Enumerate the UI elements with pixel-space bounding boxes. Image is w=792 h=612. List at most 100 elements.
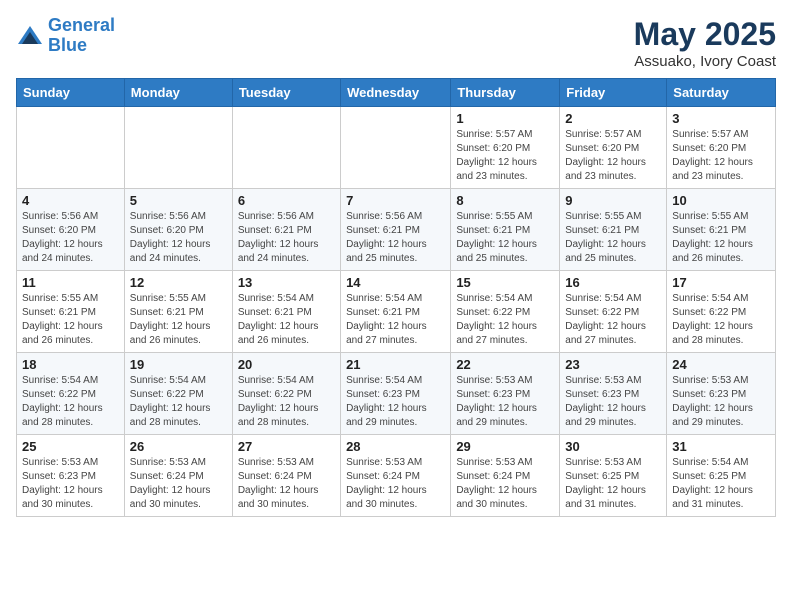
calendar-cell: 9 Sunrise: 5:55 AM Sunset: 6:21 PM Daylig… [560, 189, 667, 271]
day-number: 12 [130, 275, 227, 290]
day-number: 11 [22, 275, 119, 290]
day-number: 15 [456, 275, 554, 290]
day-number: 24 [672, 357, 770, 372]
calendar-cell: 19 Sunrise: 5:54 AM Sunset: 6:22 PM Dayli… [124, 353, 232, 435]
day-number: 4 [22, 193, 119, 208]
day-info: Sunrise: 5:55 AM Sunset: 6:21 PM Dayligh… [565, 210, 661, 266]
calendar-cell [341, 107, 451, 189]
day-number: 20 [238, 357, 335, 372]
day-number: 17 [672, 275, 770, 290]
day-info: Sunrise: 5:54 AM Sunset: 6:22 PM Dayligh… [565, 292, 661, 348]
calendar-cell: 31Sunrise: 5:54 AM Sunset: 6:25 PM Dayli… [667, 435, 776, 517]
day-info: Sunrise: 5:54 AM Sunset: 6:22 PM Dayligh… [22, 374, 119, 430]
day-info: Sunrise: 5:54 AM Sunset: 6:21 PM Dayligh… [238, 292, 335, 348]
day-info: Sunrise: 5:54 AM Sunset: 6:23 PM Dayligh… [346, 374, 445, 430]
day-number: 19 [130, 357, 227, 372]
day-number: 28 [346, 439, 445, 454]
day-info: Sunrise: 5:55 AM Sunset: 6:21 PM Dayligh… [22, 292, 119, 348]
calendar-cell [124, 107, 232, 189]
calendar-week: 25 Sunrise: 5:53 AM Sunset: 6:23 PM Dayli… [17, 435, 776, 517]
day-number: 31 [672, 439, 770, 454]
weekday-header: Monday [124, 79, 232, 107]
day-number: 8 [456, 193, 554, 208]
weekday-header: Sunday [17, 79, 125, 107]
calendar-cell: 8 Sunrise: 5:55 AM Sunset: 6:21 PM Daylig… [451, 189, 560, 271]
day-number: 30 [565, 439, 661, 454]
day-info: Sunrise: 5:53 AM Sunset: 6:24 PM Dayligh… [346, 456, 445, 512]
location: Assuako, Ivory Coast [634, 53, 776, 70]
calendar-cell: 11 Sunrise: 5:55 AM Sunset: 6:21 PM Dayli… [17, 271, 125, 353]
day-number: 21 [346, 357, 445, 372]
day-number: 2 [565, 111, 661, 126]
calendar-week: 1 Sunrise: 5:57 AM Sunset: 6:20 PM Daylig… [17, 107, 776, 189]
day-number: 7 [346, 193, 445, 208]
calendar-cell: 10 Sunrise: 5:55 AM Sunset: 6:21 PM Dayli… [667, 189, 776, 271]
calendar-cell: 14 Sunrise: 5:54 AM Sunset: 6:21 PM Dayli… [341, 271, 451, 353]
calendar-cell: 13 Sunrise: 5:54 AM Sunset: 6:21 PM Dayli… [232, 271, 340, 353]
day-info: Sunrise: 5:53 AM Sunset: 6:24 PM Dayligh… [238, 456, 335, 512]
calendar-cell: 25 Sunrise: 5:53 AM Sunset: 6:23 PM Dayli… [17, 435, 125, 517]
day-number: 27 [238, 439, 335, 454]
calendar-cell [232, 107, 340, 189]
logo-icon [16, 22, 44, 50]
day-info: Sunrise: 5:53 AM Sunset: 6:23 PM Dayligh… [672, 374, 770, 430]
day-number: 5 [130, 193, 227, 208]
day-info: Sunrise: 5:53 AM Sunset: 6:25 PM Dayligh… [565, 456, 661, 512]
weekday-header: Saturday [667, 79, 776, 107]
calendar-cell: 12Sunrise: 5:55 AM Sunset: 6:21 PM Dayli… [124, 271, 232, 353]
day-info: Sunrise: 5:56 AM Sunset: 6:20 PM Dayligh… [130, 210, 227, 266]
weekday-header: Thursday [451, 79, 560, 107]
calendar-cell: 6 Sunrise: 5:56 AM Sunset: 6:21 PM Daylig… [232, 189, 340, 271]
day-info: Sunrise: 5:56 AM Sunset: 6:21 PM Dayligh… [346, 210, 445, 266]
day-number: 3 [672, 111, 770, 126]
day-number: 13 [238, 275, 335, 290]
day-info: Sunrise: 5:56 AM Sunset: 6:20 PM Dayligh… [22, 210, 119, 266]
calendar-cell: 18 Sunrise: 5:54 AM Sunset: 6:22 PM Dayli… [17, 353, 125, 435]
calendar-cell: 16Sunrise: 5:54 AM Sunset: 6:22 PM Dayli… [560, 271, 667, 353]
calendar-cell: 23 Sunrise: 5:53 AM Sunset: 6:23 PM Dayli… [560, 353, 667, 435]
calendar-cell: 28 Sunrise: 5:53 AM Sunset: 6:24 PM Dayli… [341, 435, 451, 517]
weekday-header: Tuesday [232, 79, 340, 107]
page-header: General Blue May 2025 Assuako, Ivory Coa… [16, 16, 776, 70]
day-info: Sunrise: 5:57 AM Sunset: 6:20 PM Dayligh… [565, 128, 661, 184]
day-number: 9 [565, 193, 661, 208]
calendar-cell: 20 Sunrise: 5:54 AM Sunset: 6:22 PM Dayli… [232, 353, 340, 435]
weekday-header: Wednesday [341, 79, 451, 107]
calendar-cell [17, 107, 125, 189]
calendar-cell: 4 Sunrise: 5:56 AM Sunset: 6:20 PM Daylig… [17, 189, 125, 271]
day-info: Sunrise: 5:54 AM Sunset: 6:21 PM Dayligh… [346, 292, 445, 348]
day-info: Sunrise: 5:54 AM Sunset: 6:22 PM Dayligh… [456, 292, 554, 348]
title-block: May 2025 Assuako, Ivory Coast [634, 16, 776, 70]
calendar-cell: 27 Sunrise: 5:53 AM Sunset: 6:24 PM Dayli… [232, 435, 340, 517]
calendar-cell: 21 Sunrise: 5:54 AM Sunset: 6:23 PM Dayli… [341, 353, 451, 435]
day-info: Sunrise: 5:53 AM Sunset: 6:23 PM Dayligh… [22, 456, 119, 512]
day-number: 6 [238, 193, 335, 208]
calendar-cell: 30 Sunrise: 5:53 AM Sunset: 6:25 PM Dayli… [560, 435, 667, 517]
calendar-week: 4 Sunrise: 5:56 AM Sunset: 6:20 PM Daylig… [17, 189, 776, 271]
day-number: 18 [22, 357, 119, 372]
day-info: Sunrise: 5:53 AM Sunset: 6:23 PM Dayligh… [456, 374, 554, 430]
day-number: 10 [672, 193, 770, 208]
calendar-cell: 24 Sunrise: 5:53 AM Sunset: 6:23 PM Dayli… [667, 353, 776, 435]
day-info: Sunrise: 5:53 AM Sunset: 6:23 PM Dayligh… [565, 374, 661, 430]
calendar-week: 11 Sunrise: 5:55 AM Sunset: 6:21 PM Dayli… [17, 271, 776, 353]
calendar: SundayMondayTuesdayWednesdayThursdayFrid… [16, 78, 776, 517]
calendar-cell: 15 Sunrise: 5:54 AM Sunset: 6:22 PM Dayli… [451, 271, 560, 353]
day-info: Sunrise: 5:55 AM Sunset: 6:21 PM Dayligh… [456, 210, 554, 266]
day-number: 14 [346, 275, 445, 290]
day-number: 29 [456, 439, 554, 454]
calendar-cell: 29Sunrise: 5:53 AM Sunset: 6:24 PM Dayli… [451, 435, 560, 517]
day-info: Sunrise: 5:54 AM Sunset: 6:22 PM Dayligh… [238, 374, 335, 430]
day-info: Sunrise: 5:56 AM Sunset: 6:21 PM Dayligh… [238, 210, 335, 266]
weekday-header-row: SundayMondayTuesdayWednesdayThursdayFrid… [17, 79, 776, 107]
calendar-cell: 2 Sunrise: 5:57 AM Sunset: 6:20 PM Daylig… [560, 107, 667, 189]
day-info: Sunrise: 5:55 AM Sunset: 6:21 PM Dayligh… [672, 210, 770, 266]
calendar-cell: 22Sunrise: 5:53 AM Sunset: 6:23 PM Dayli… [451, 353, 560, 435]
day-number: 23 [565, 357, 661, 372]
day-info: Sunrise: 5:54 AM Sunset: 6:22 PM Dayligh… [130, 374, 227, 430]
day-number: 25 [22, 439, 119, 454]
calendar-cell: 3Sunrise: 5:57 AM Sunset: 6:20 PM Daylig… [667, 107, 776, 189]
month-year: May 2025 [634, 16, 776, 53]
calendar-cell: 17Sunrise: 5:54 AM Sunset: 6:22 PM Dayli… [667, 271, 776, 353]
day-number: 1 [456, 111, 554, 126]
